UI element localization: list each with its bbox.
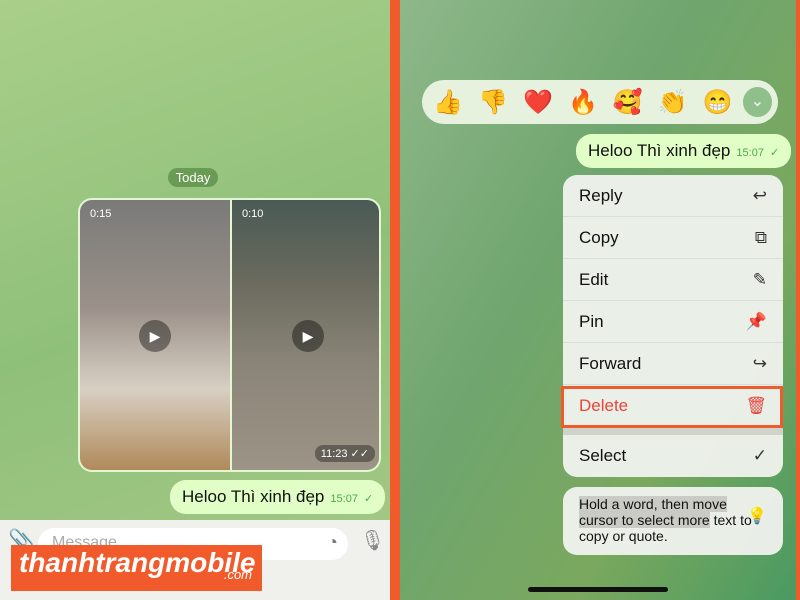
menu-reply[interactable]: Reply ↩ [563,175,783,217]
media-timestamp: 11:23 ✓✓ [314,445,375,462]
menu-pin[interactable]: Pin 📌 [563,301,783,343]
message-time: 15:07 [330,493,358,505]
message-text: Heloo Thì xinh đẹp [588,141,731,160]
message-bubble[interactable]: Heloo Thì xinh đẹp 15:07 ✓ [576,134,792,168]
message-bubble[interactable]: Heloo Thì xinh đẹp 15:07 ✓ [170,480,386,514]
reaction-thumbs-up[interactable]: 👍 [428,88,468,117]
forward-icon: ↪ [752,353,767,373]
chat-screen-left: Today 0:15 ▶ 0:10 ▶ 11:23 ✓✓ Heloo Thì x… [0,0,390,600]
delete-highlight [561,386,783,428]
pin-icon: 📌 [745,311,767,331]
menu-copy[interactable]: Copy ⧉ [563,217,783,259]
message-text: Heloo Thì xinh đẹp [182,487,325,506]
edit-icon: ✎ [752,269,767,289]
microphone-icon[interactable]: 🎙 [360,528,385,553]
menu-divider [563,427,783,435]
hint-selected-text[interactable]: Hold a word, then move cursor to select … [579,496,727,528]
video-duration: 0:15 [90,208,112,220]
video-thumbnail[interactable]: 0:10 ▶ 11:23 ✓✓ [232,200,379,470]
menu-edit[interactable]: Edit ✎ [563,259,783,301]
reaction-bar: 👍 👎 ❤️ 🔥 🥰 👏 😁 ⌄ [422,80,778,124]
play-icon[interactable]: ▶ [139,320,171,352]
reply-icon: ↩ [752,185,767,205]
message-time: 15:07 [736,147,764,159]
check-circle-icon: ✓ [752,446,767,465]
lightbulb-icon: 💡 [747,508,767,525]
chat-screen-right: 👍 👎 ❤️ 🔥 🥰 👏 😁 ⌄ Heloo Thì xinh đẹp 15:07… [400,0,796,600]
reaction-love[interactable]: 🥰 [608,88,648,117]
reaction-heart[interactable]: ❤️ [518,88,558,117]
video-thumbnail[interactable]: 0:15 ▶ [80,200,230,470]
reaction-clap[interactable]: 👏 [653,88,693,117]
play-icon[interactable]: ▶ [292,320,324,352]
check-icon: ✓ [769,147,780,159]
context-menu: Reply ↩ Copy ⧉ Edit ✎ Pin 📌 Forward ↪ Delete 🗑… [563,175,783,477]
copy-icon: ⧉ [754,227,767,247]
menu-forward[interactable]: Forward ↪ [563,343,783,385]
home-indicator [528,587,668,592]
menu-select[interactable]: Select ✓ [563,435,783,477]
media-album[interactable]: 0:15 ▶ 0:10 ▶ 11:23 ✓✓ [78,198,381,472]
check-icon: ✓ [363,493,374,505]
reaction-thumbs-down[interactable]: 👎 [473,88,513,117]
date-badge: Today [168,168,218,187]
sticker-icon[interactable]: ◔ [327,532,338,553]
video-duration: 0:10 [242,208,264,220]
reaction-grin[interactable]: 😁 [698,88,738,117]
reaction-fire[interactable]: 🔥 [563,88,603,117]
chevron-down-icon[interactable]: ⌄ [742,87,773,117]
selection-hint: Hold a word, then move cursor to select … [563,487,783,555]
watermark-logo: thanhtrangmobile .com [11,545,262,591]
